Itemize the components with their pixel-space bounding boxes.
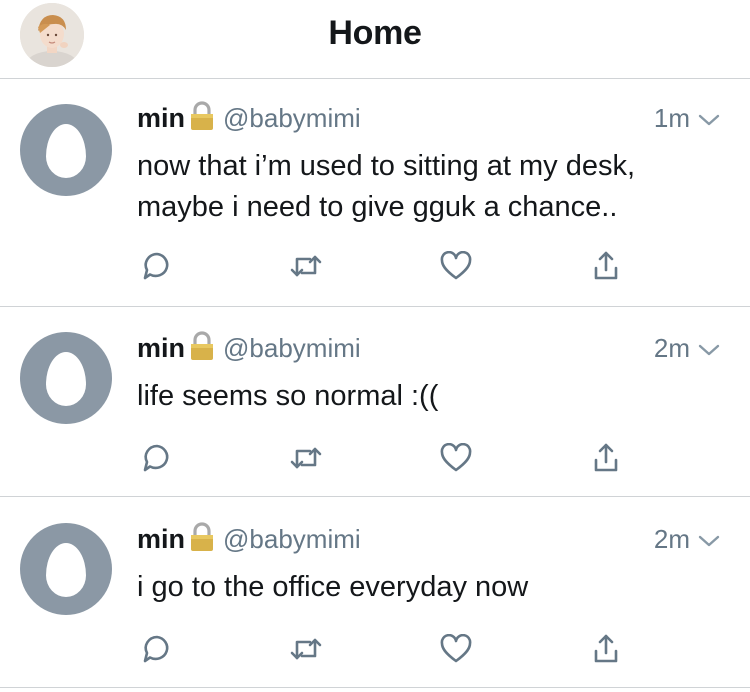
user-avatar[interactable] xyxy=(20,332,112,424)
chevron-down-icon[interactable] xyxy=(698,103,720,134)
heart-icon xyxy=(440,250,472,286)
timestamp: 1m xyxy=(653,102,690,133)
tweet-actions xyxy=(0,440,750,480)
share-button[interactable] xyxy=(586,248,626,288)
lock-icon xyxy=(189,100,215,136)
retweet-icon xyxy=(288,251,324,286)
chevron-down-icon[interactable] xyxy=(698,524,720,555)
tweet-time: 2m xyxy=(654,521,720,557)
like-button[interactable] xyxy=(436,631,476,671)
share-button[interactable] xyxy=(586,440,626,480)
reply-icon xyxy=(141,250,173,287)
user-avatar[interactable] xyxy=(20,523,112,615)
tweet-header: min @babymimi xyxy=(137,100,361,136)
tweet-text: life seems so normal :(( xyxy=(137,376,720,417)
default-egg-avatar-icon xyxy=(46,543,86,597)
user-handle[interactable]: @babymimi xyxy=(223,524,361,555)
tweet-actions xyxy=(0,248,750,288)
tweet-text-line: now that i’m used to sitting at my desk, xyxy=(137,150,636,182)
top-bar: Home xyxy=(0,0,750,79)
default-egg-avatar-icon xyxy=(46,124,86,178)
page-title: Home xyxy=(328,14,422,52)
tweet-text: i go to the office everyday now xyxy=(137,567,720,608)
like-button[interactable] xyxy=(436,248,476,288)
reply-icon xyxy=(141,633,173,670)
tweet[interactable]: min @babymimi 2m i go to the office ever… xyxy=(0,521,750,688)
lock-icon xyxy=(189,521,215,557)
default-egg-avatar-icon xyxy=(46,352,86,406)
tweet-time: 2m xyxy=(654,330,720,366)
display-name[interactable]: min xyxy=(137,524,185,555)
user-handle[interactable]: @babymimi xyxy=(223,103,361,134)
tweet-header: min @babymimi xyxy=(137,521,361,557)
reply-button[interactable] xyxy=(137,248,177,288)
retweet-icon xyxy=(288,443,324,478)
display-name[interactable]: min xyxy=(137,103,185,134)
user-handle[interactable]: @babymimi xyxy=(223,333,361,364)
like-button[interactable] xyxy=(436,440,476,480)
tweet[interactable]: min @babymimi 1m now that i’m used to si… xyxy=(0,100,750,307)
tweet-text: now that i’m used to sitting at my desk,… xyxy=(137,146,720,228)
share-button[interactable] xyxy=(586,631,626,671)
chevron-down-icon[interactable] xyxy=(698,333,720,364)
heart-icon xyxy=(440,442,472,478)
retweet-button[interactable] xyxy=(286,440,326,480)
lock-icon xyxy=(189,330,215,366)
display-name[interactable]: min xyxy=(137,333,185,364)
tweet-text-line: life seems so normal :(( xyxy=(137,380,439,412)
tweet-actions xyxy=(0,631,750,671)
retweet-icon xyxy=(288,634,324,669)
retweet-button[interactable] xyxy=(286,631,326,671)
heart-icon xyxy=(440,633,472,669)
tweet[interactable]: min @babymimi 2m life seems so normal :(… xyxy=(0,330,750,497)
tweet-text-line: i go to the office everyday now xyxy=(137,571,529,603)
tweet-header: min @babymimi xyxy=(137,330,361,366)
timestamp: 2m xyxy=(653,523,690,554)
reply-icon xyxy=(141,442,173,479)
tweet-text-line: maybe i need to give gguk a chance.. xyxy=(137,191,618,223)
user-avatar[interactable] xyxy=(20,104,112,196)
timestamp: 2m xyxy=(653,332,690,363)
retweet-button[interactable] xyxy=(286,248,326,288)
share-icon xyxy=(592,442,620,479)
tweet-time: 1m xyxy=(654,100,720,136)
share-icon xyxy=(592,633,620,670)
reply-button[interactable] xyxy=(137,440,177,480)
share-icon xyxy=(592,250,620,287)
reply-button[interactable] xyxy=(137,631,177,671)
